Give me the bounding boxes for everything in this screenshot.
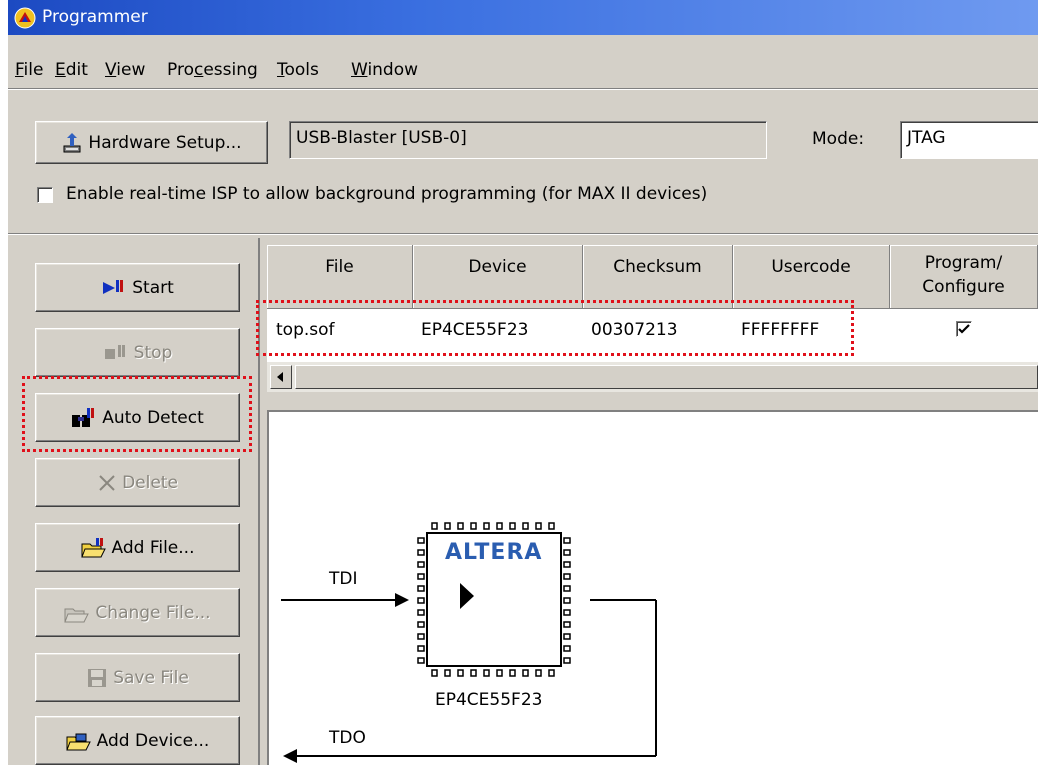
delete-icon bbox=[99, 474, 115, 491]
save-file-label: Save File bbox=[113, 667, 189, 688]
tdi-label: TDI bbox=[329, 569, 358, 589]
menu-window[interactable]: Window bbox=[351, 60, 418, 80]
menu-file[interactable]: File bbox=[15, 60, 43, 80]
arrow-left-icon bbox=[277, 372, 283, 382]
add-device-label: Add Device... bbox=[96, 730, 210, 751]
change-file-icon bbox=[64, 608, 90, 622]
tdo-label: TDO bbox=[329, 728, 366, 748]
cell-checksum: 00307213 bbox=[591, 320, 678, 340]
menu-separator bbox=[8, 88, 1038, 90]
start-label: Start bbox=[132, 277, 174, 298]
add-file-label: Add File... bbox=[111, 537, 195, 558]
stop-icon bbox=[104, 344, 125, 359]
table-row[interactable]: top.sof EP4CE55F23 00307213 FFFFFFFF bbox=[267, 309, 1038, 362]
hardware-setup-label: Hardware Setup... bbox=[88, 132, 242, 153]
add-file-icon bbox=[80, 537, 106, 557]
altera-logo: ALTERA bbox=[445, 540, 543, 565]
cell-device: EP4CE55F23 bbox=[421, 320, 529, 340]
delete-button[interactable]: Delete bbox=[35, 458, 240, 507]
menu-bar: File Edit View Processing Tools Window bbox=[8, 56, 1038, 86]
device-table: File Device Checksum Usercode Program/ C… bbox=[267, 245, 1038, 400]
isp-checkbox[interactable] bbox=[37, 187, 53, 203]
menu-edit[interactable]: Edit bbox=[55, 60, 88, 80]
start-button[interactable]: Start bbox=[35, 263, 240, 312]
stop-button[interactable]: Stop bbox=[35, 328, 240, 377]
start-icon bbox=[103, 279, 124, 294]
column-header-usercode[interactable]: Usercode bbox=[733, 245, 890, 309]
jtag-chain-view: ALTERA TDI TDO EP4CE55F23 bbox=[267, 410, 1038, 765]
auto-detect-button[interactable]: Auto Detect bbox=[35, 393, 240, 442]
cell-usercode: FFFFFFFF bbox=[741, 320, 820, 340]
add-file-button[interactable]: Add File... bbox=[35, 523, 240, 572]
isp-checkbox-label: Enable real-time ISP to allow background… bbox=[66, 184, 708, 204]
programmer-app-icon bbox=[14, 7, 36, 29]
mode-label: Mode: bbox=[812, 129, 865, 149]
mode-select[interactable]: JTAG bbox=[900, 121, 1038, 159]
auto-detect-icon bbox=[72, 407, 95, 427]
save-file-button[interactable]: Save File bbox=[35, 653, 240, 702]
window-title: Programmer bbox=[42, 7, 148, 27]
change-file-label: Change File... bbox=[95, 602, 211, 623]
save-file-icon bbox=[88, 668, 107, 687]
chip-device-label[interactable]: EP4CE55F23 bbox=[435, 690, 542, 710]
menu-view[interactable]: View bbox=[105, 60, 145, 80]
title-bar[interactable]: Programmer bbox=[8, 0, 1038, 35]
add-device-icon bbox=[65, 733, 91, 750]
add-device-button[interactable]: Add Device... bbox=[35, 716, 240, 765]
scroll-left-button[interactable] bbox=[270, 365, 292, 389]
hardware-setup-icon bbox=[63, 132, 81, 152]
scrollbar-thumb[interactable] bbox=[295, 365, 1038, 389]
column-header-program-configure[interactable]: Program/ Configure bbox=[890, 245, 1038, 309]
change-file-button[interactable]: Change File... bbox=[35, 588, 240, 637]
checkmark-icon bbox=[958, 324, 970, 334]
delete-label: Delete bbox=[122, 472, 178, 493]
jtag-chain-diagram bbox=[281, 522, 657, 763]
menu-processing[interactable]: Processing bbox=[167, 60, 258, 80]
programmer-window: Programmer File Edit View Processing Too… bbox=[8, 0, 1038, 765]
hardware-setup-button[interactable]: Hardware Setup... bbox=[35, 121, 268, 164]
auto-detect-label: Auto Detect bbox=[102, 407, 204, 428]
column-header-file[interactable]: File bbox=[267, 245, 413, 309]
horizontal-scrollbar[interactable] bbox=[267, 362, 1038, 392]
stop-label: Stop bbox=[133, 342, 173, 363]
column-header-device[interactable]: Device bbox=[413, 245, 583, 309]
toolbar-separator bbox=[8, 233, 1038, 235]
menu-tools[interactable]: Tools bbox=[277, 60, 319, 80]
hardware-field: USB-Blaster [USB-0] bbox=[289, 121, 767, 159]
program-configure-checkbox[interactable] bbox=[956, 321, 972, 337]
cell-file: top.sof bbox=[276, 320, 335, 340]
column-header-checksum[interactable]: Checksum bbox=[583, 245, 733, 309]
